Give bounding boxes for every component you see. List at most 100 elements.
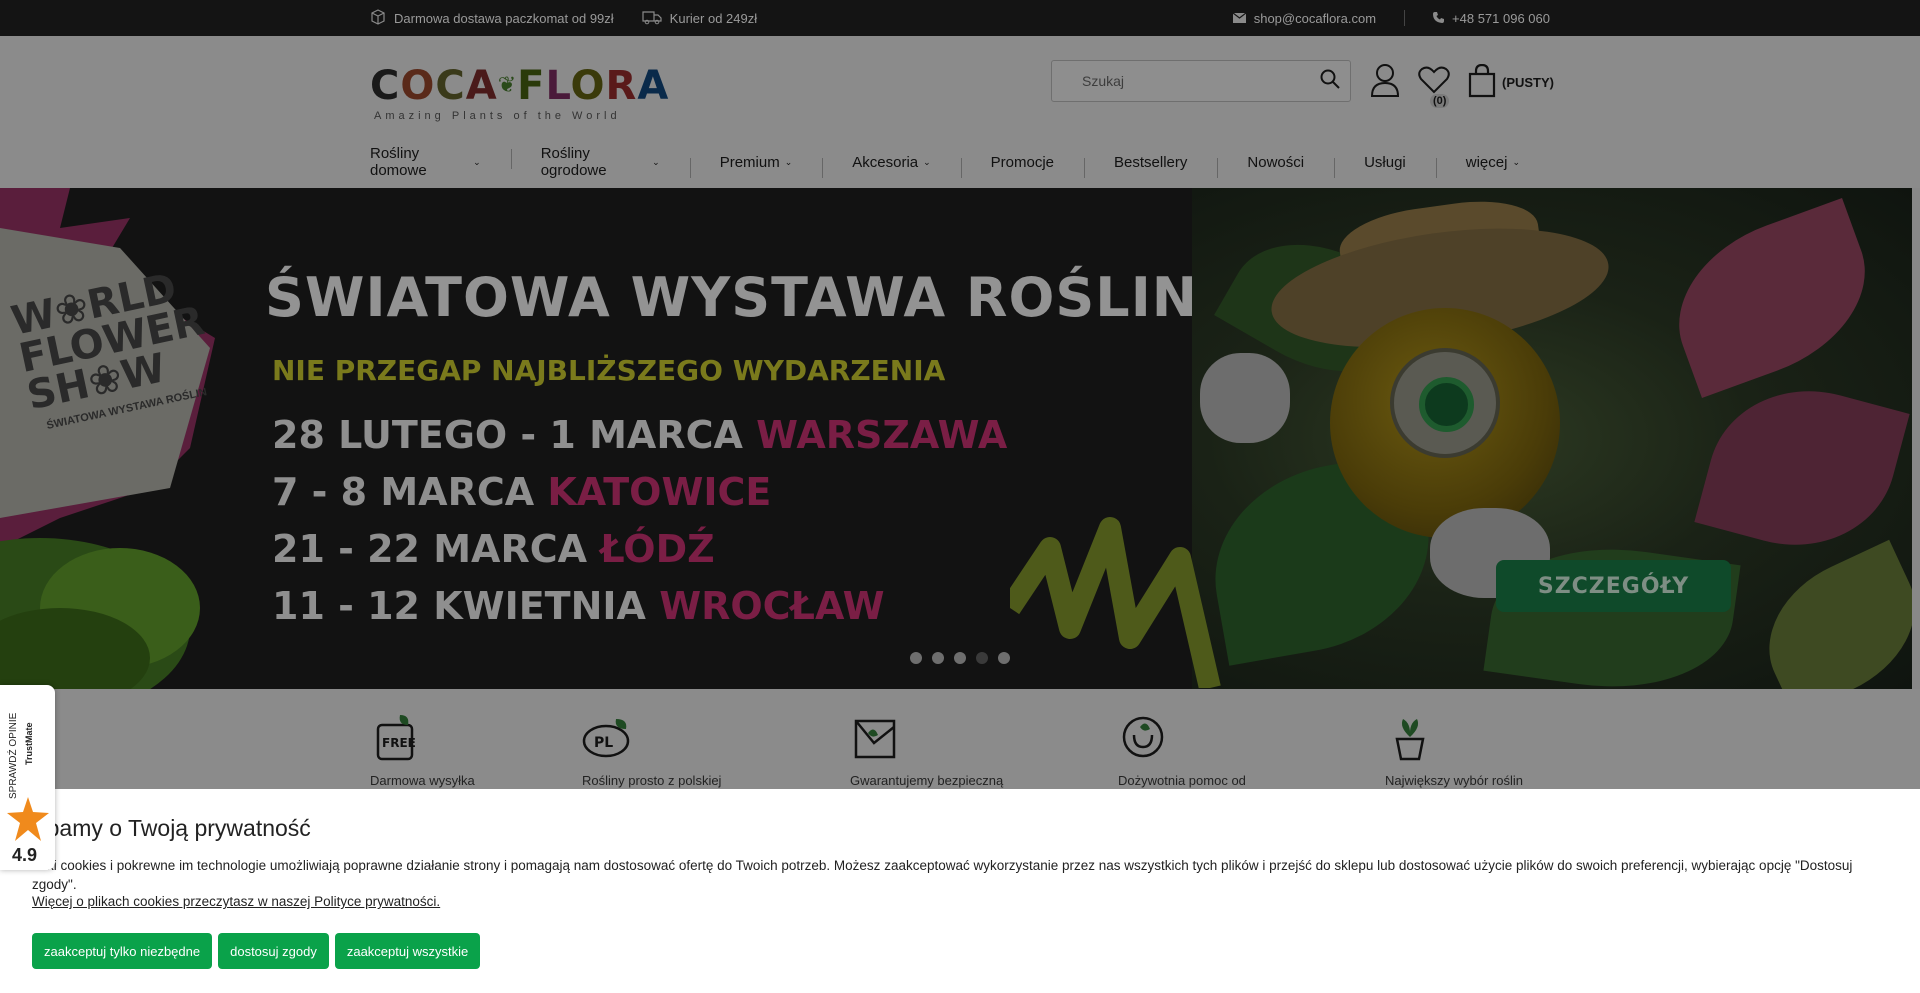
star-icon: [7, 797, 49, 846]
banner-subtitle: NIE PRZEGAP NAJBLIŻSZEGO WYDARZENIA: [272, 354, 946, 387]
cart-button[interactable]: (PUSTY): [1468, 63, 1554, 101]
feature-label: Rośliny prosto z polskiej: [582, 773, 722, 788]
event-line: 7 - 8 MARCA KATOWICE: [272, 470, 771, 514]
nav-label: Rośliny ogrodowe: [540, 145, 607, 179]
event-city: WROCŁAW: [659, 584, 885, 628]
nav-label: Rośliny domowe: [370, 145, 427, 179]
nav-label: Akcesoria: [852, 153, 919, 171]
nav-label: Bestsellery: [1114, 153, 1188, 171]
nav-label: Promocje: [990, 153, 1055, 171]
scrollbar[interactable]: [1912, 188, 1920, 689]
accept-all-button[interactable]: zaakceptuj wszystkie: [334, 933, 481, 969]
trustmate-brand: TrustMate: [24, 722, 34, 765]
wishlist-count-badge: (0): [1430, 93, 1450, 108]
event-line: 11 - 12 KWIETNIA WROCŁAW: [272, 584, 885, 628]
email-link[interactable]: shop@cocaflora.com: [1232, 10, 1377, 26]
feature-item: PL Rośliny prosto z polskiej: [582, 713, 721, 788]
nav-item-more[interactable]: więcej ⌄: [1435, 153, 1550, 178]
carousel-dots: [910, 652, 1010, 664]
parcel-shipping-text: Darmowa dostawa paczkomat od 99zł: [394, 10, 614, 26]
nav-item-accessories[interactable]: Akcesoria ⌄: [822, 153, 960, 178]
feature-item: Największy wybór roślin: [1385, 713, 1523, 788]
nav-item-services[interactable]: Usługi: [1334, 153, 1436, 178]
event-city: ŁÓDŹ: [600, 527, 715, 571]
feature-label: Darmowa wysyłka: [370, 773, 475, 788]
nav-label: Nowości: [1247, 153, 1305, 171]
phone-icon: [1433, 11, 1445, 26]
nav-item-premium[interactable]: Premium ⌄: [689, 154, 823, 178]
event-line: 21 - 22 MARCA ŁÓDŹ: [272, 527, 715, 571]
pl-icon: PL: [582, 713, 632, 763]
details-button[interactable]: SZCZEGÓŁY: [1496, 560, 1731, 612]
nav-label: Usługi: [1364, 153, 1406, 171]
top-bar: Darmowa dostawa paczkomat od 99zł Kurier…: [0, 0, 1920, 36]
hero-banner[interactable]: W❀RLD FLOWER SH❀W ŚWIATOWA WYSTAWA ROŚLI…: [0, 188, 1912, 689]
svg-text:FREE: FREE: [382, 736, 416, 750]
carousel-dot[interactable]: [998, 652, 1010, 664]
wishlist-button[interactable]: (0): [1418, 66, 1450, 108]
search-icon: [1320, 69, 1340, 94]
zigzag-plant-decoration: [1010, 517, 1221, 688]
search-button[interactable]: [1310, 61, 1350, 101]
event-date: 11 - 12 KWIETNIA: [272, 584, 646, 628]
cookie-description: Pliki cookies i pokrewne im technologie …: [32, 858, 1853, 892]
banner-title: ŚWIATOWA WYSTAWA ROŚLIN: [265, 266, 1198, 329]
header-actions: (0) (PUSTY): [1370, 60, 1554, 108]
box-icon: [370, 8, 386, 28]
logo-tagline: Amazing Plants of the World: [374, 110, 621, 122]
cookie-buttons: zaakceptuj tylko niezbędne dostosuj zgod…: [32, 933, 1888, 969]
svg-text:PL: PL: [594, 735, 613, 751]
header: COCA❦FLORA Amazing Plants of the World S…: [0, 36, 1920, 188]
cookie-title: Dbamy o Twoją prywatność: [30, 815, 311, 841]
nav-label: więcej: [1465, 153, 1508, 171]
nav-item-bestsellers[interactable]: Bestsellery: [1084, 153, 1217, 178]
chevron-down-icon: ⌄: [923, 156, 931, 167]
cart-status: (PUSTY): [1502, 74, 1554, 90]
envelope-icon: [1232, 11, 1247, 26]
mascot-hand: [1200, 353, 1290, 443]
nav-item-garden-plants[interactable]: Rośliny ogrodowe ⌄: [510, 145, 690, 179]
trustmate-widget[interactable]: SPRAWDŹ OPINIE TrustMate 4.9: [0, 685, 55, 870]
search-input[interactable]: [1052, 73, 1310, 89]
courier-shipping-info: Kurier od 249zł: [642, 9, 757, 28]
event-date: 21 - 22 MARCA: [272, 527, 588, 571]
event-date: 28 LUTEGO - 1 MARCA: [272, 413, 743, 457]
account-button[interactable]: [1370, 63, 1400, 102]
truck-icon: [642, 9, 662, 28]
event-city: KATOWICE: [547, 470, 772, 514]
feature-label: Dożywotnia pomoc od: [1118, 773, 1246, 788]
chevron-down-icon: ⌄: [1512, 156, 1520, 167]
carousel-dot-active[interactable]: [976, 652, 988, 664]
event-city: WARSZAWA: [756, 413, 1008, 457]
nav-item-new[interactable]: Nowości: [1217, 153, 1334, 178]
support-icon: [1118, 713, 1168, 763]
phone-text: +48 571 096 060: [1452, 10, 1550, 26]
trustmate-score: 4.9: [12, 845, 38, 865]
accept-necessary-button[interactable]: zaakceptuj tylko niezbędne: [32, 933, 213, 969]
logo-wordmark: COCA❦FLORA: [370, 63, 670, 109]
carousel-dot[interactable]: [932, 652, 944, 664]
chevron-down-icon: ⌄: [473, 156, 481, 167]
logo[interactable]: COCA❦FLORA Amazing Plants of the World: [370, 63, 670, 134]
chevron-down-icon: ⌄: [784, 156, 793, 167]
customize-consents-button[interactable]: dostosuj zgody: [218, 933, 329, 969]
divider: [1404, 10, 1406, 26]
free-icon: FREE: [370, 713, 420, 763]
email-text: shop@cocaflora.com: [1253, 10, 1377, 26]
cookie-consent-panel: Dbamy o Twoją prywatność Pliki cookies i…: [0, 789, 1920, 993]
plant-pot-icon: [1385, 713, 1435, 763]
feature-item: FREE Darmowa wysyłka: [370, 713, 475, 788]
free-parcel-shipping-info: Darmowa dostawa paczkomat od 99zł: [370, 8, 614, 28]
user-icon: [1370, 63, 1400, 101]
nav-item-promotions[interactable]: Promocje: [960, 153, 1084, 178]
main-nav: Rośliny domowe ⌄ Rośliny ogrodowe ⌄ Premiu…: [370, 145, 1550, 179]
trustmate-labels: SPRAWDŹ OPINIE TrustMate: [6, 699, 46, 799]
phone-link[interactable]: +48 571 096 060: [1433, 11, 1550, 26]
shopping-bag-icon: [1468, 63, 1496, 101]
nav-item-house-plants[interactable]: Rośliny domowe ⌄: [370, 145, 511, 179]
carousel-dot[interactable]: [954, 652, 966, 664]
banner-left-decoration: W❀RLD FLOWER SH❀W ŚWIATOWA WYSTAWA ROŚLI…: [0, 188, 260, 689]
features-row: FREE Darmowa wysyłka PL Rośliny prosto z…: [0, 689, 1920, 789]
privacy-policy-link[interactable]: Więcej o plikach cookies przeczytasz w n…: [32, 894, 1888, 909]
carousel-dot[interactable]: [910, 652, 922, 664]
